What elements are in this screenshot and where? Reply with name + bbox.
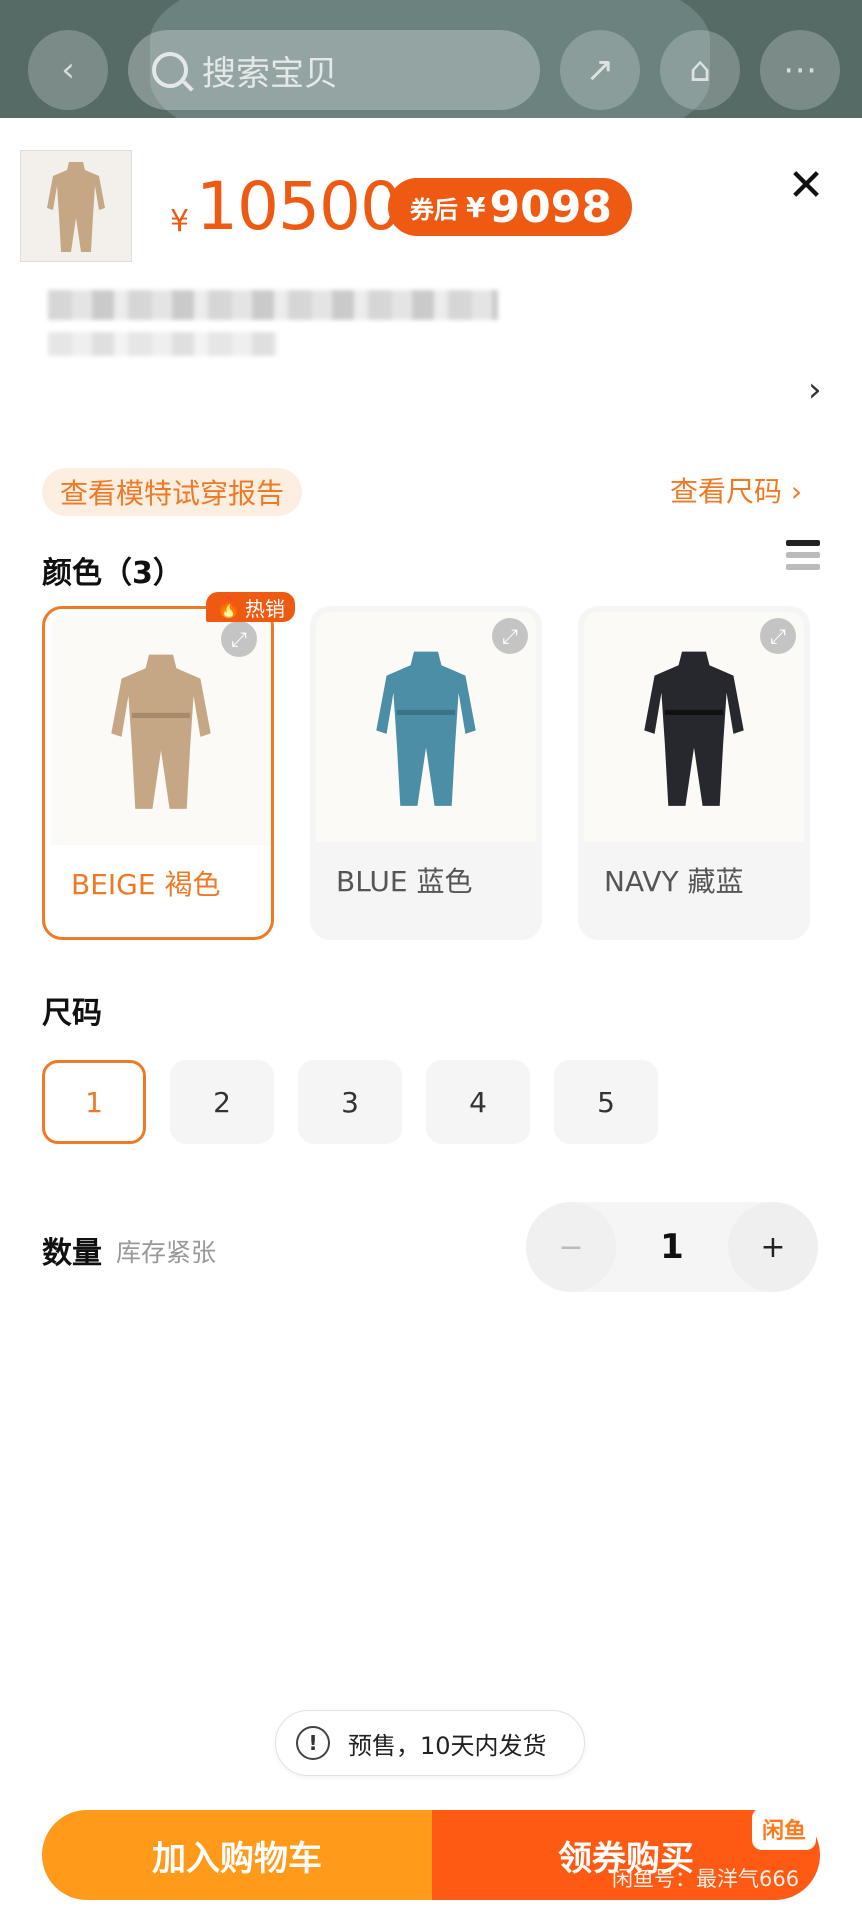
back-arrow-icon: ‹: [61, 50, 75, 90]
search-placeholder: 搜索宝贝: [202, 53, 338, 94]
size-option-3[interactable]: 3: [298, 1060, 402, 1144]
more-button[interactable]: ⋯: [760, 30, 840, 110]
expand-icon[interactable]: ⤢: [492, 618, 528, 654]
size-section-title: 尺码: [42, 996, 102, 1031]
product-price: 10500: [196, 168, 402, 245]
color-option-label: BLUE 蓝色: [336, 865, 473, 898]
back-button[interactable]: ‹: [28, 30, 108, 110]
product-thumbnail[interactable]: [20, 150, 132, 262]
hot-sale-badge: 🔥 热销: [206, 592, 295, 622]
coupon-label: 券后: [410, 195, 458, 224]
list-view-toggle-icon[interactable]: [786, 540, 820, 576]
increase-quantity-button[interactable]: +: [728, 1202, 818, 1292]
chevron-right-icon[interactable]: ›: [808, 370, 822, 410]
blurred-delivery-info[interactable]: [48, 290, 498, 320]
watermark-text: 闲鱼号：最洋气666: [612, 1867, 800, 1891]
cart-icon: ⌂: [689, 50, 711, 90]
size-option-4[interactable]: 4: [426, 1060, 530, 1144]
stock-hint: 库存紧张: [116, 1238, 217, 1267]
expand-icon[interactable]: ⤢: [221, 621, 257, 657]
color-option-navy[interactable]: ⤢ NAVY 藏蓝: [578, 606, 810, 940]
sku-selection-sheet: ¥ 10500 券后 ¥ 9098 ✕ › 查看模特试穿报告 查看尺码 › 颜色…: [0, 118, 862, 1920]
close-icon[interactable]: ✕: [784, 164, 828, 208]
quantity-value[interactable]: 1: [636, 1202, 708, 1292]
quantity-stepper: − 1 +: [526, 1202, 818, 1292]
color-option-label: NAVY 藏蓝: [604, 865, 744, 898]
color-option-blue[interactable]: ⤢ BLUE 蓝色: [310, 606, 542, 940]
coupon-price-badge: 券后 ¥ 9098: [388, 178, 632, 236]
search-bar[interactable]: 搜索宝贝: [128, 30, 540, 110]
cart-button[interactable]: ⌂: [660, 30, 740, 110]
search-icon: [152, 52, 188, 88]
presale-notice-text: 预售，10天内发货: [348, 1731, 547, 1760]
expand-icon[interactable]: ⤢: [760, 618, 796, 654]
share-button[interactable]: ↗: [560, 30, 640, 110]
flame-icon: 🔥: [216, 595, 241, 619]
coupon-currency: ¥: [466, 190, 486, 224]
watermark-logo: 闲鱼: [752, 1808, 816, 1850]
chevron-right-icon: ›: [790, 475, 803, 508]
jumpsuit-image: [111, 654, 211, 809]
blurred-delivery-subinfo: [48, 332, 278, 356]
size-chart-label: 查看尺码: [670, 475, 783, 508]
more-icon: ⋯: [783, 50, 817, 90]
jumpsuit-thumbnail-image: [47, 162, 105, 252]
size-option-5[interactable]: 5: [554, 1060, 658, 1144]
hot-sale-label: 热销: [244, 596, 285, 621]
size-option-1[interactable]: 1: [42, 1060, 146, 1144]
color-section-title: 颜色（3）: [42, 556, 183, 591]
size-option-2[interactable]: 2: [170, 1060, 274, 1144]
jumpsuit-image: [376, 651, 476, 806]
presale-notice: ! 预售，10天内发货: [275, 1710, 585, 1776]
color-option-label: BEIGE 褐色: [71, 868, 221, 901]
dimmed-product-page: ‹ 搜索宝贝 ↗ ⌂ ⋯: [0, 0, 862, 120]
info-icon: !: [296, 1726, 330, 1760]
add-to-cart-button[interactable]: 加入购物车: [42, 1810, 432, 1900]
model-tryon-report-button[interactable]: 查看模特试穿报告: [42, 468, 303, 516]
price-currency: ¥: [170, 204, 190, 239]
quantity-title: 数量: [42, 1236, 102, 1271]
coupon-price: 9098: [489, 181, 612, 233]
color-option-beige[interactable]: ⤢ BEIGE 褐色: [42, 606, 274, 940]
decrease-quantity-button[interactable]: −: [526, 1202, 616, 1292]
share-icon: ↗: [585, 50, 615, 90]
jumpsuit-image: [644, 651, 744, 806]
size-chart-link[interactable]: 查看尺码 ›: [670, 470, 802, 510]
